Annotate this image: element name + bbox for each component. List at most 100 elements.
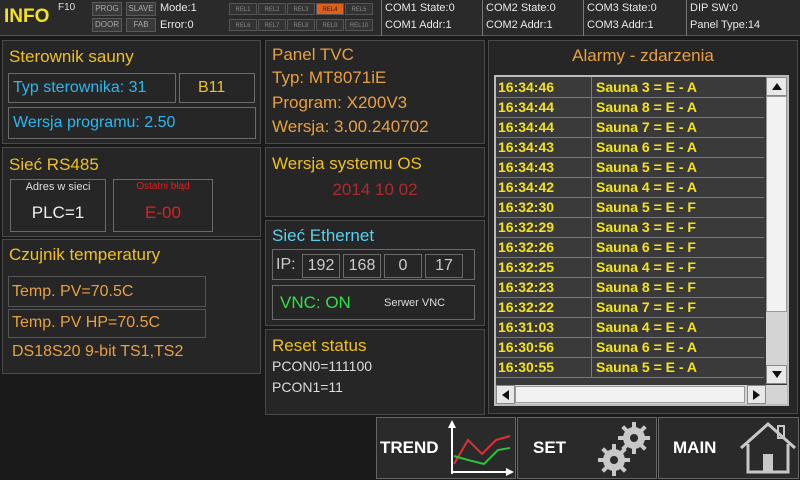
alarm-time: 16:34:42 bbox=[496, 177, 592, 197]
error-status: Error:0 bbox=[160, 19, 194, 31]
divider bbox=[381, 0, 382, 36]
sensor-title: Czujnik temperatury bbox=[9, 245, 161, 264]
divider bbox=[583, 0, 584, 36]
com1-addr: COM1 Addr:1 bbox=[385, 19, 452, 31]
panel-tvc-program: Program: X200V3 bbox=[272, 93, 408, 112]
alarm-list[interactable]: 16:34:46 Sauna 3 = E - A 16:34:44 Sauna 8 =… bbox=[496, 77, 766, 384]
relay-1: REL1 bbox=[229, 3, 257, 15]
alarm-message: Sauna 5 = E - A bbox=[596, 359, 698, 375]
alarm-row[interactable]: 16:32:22 Sauna 7 = E - F bbox=[496, 297, 764, 318]
relay-3: REL3 bbox=[287, 3, 315, 15]
alarm-time: 16:32:25 bbox=[496, 257, 592, 277]
rs485-address-label: Adres w sieci bbox=[25, 181, 91, 193]
scroll-up-button[interactable] bbox=[766, 77, 787, 96]
ip-octet-1: 192 bbox=[307, 257, 335, 274]
controller-title: Sterownik sauny bbox=[9, 47, 134, 66]
alarm-message: Sauna 5 = E - F bbox=[596, 199, 696, 215]
main-label: MAIN bbox=[673, 438, 717, 457]
horizontal-scroll-thumb[interactable] bbox=[515, 386, 745, 403]
com2-addr: COM2 Addr:1 bbox=[486, 19, 553, 31]
alarm-row[interactable]: 16:34:42 Sauna 4 = E - A bbox=[496, 177, 764, 198]
temp-pv-hp: Temp. PV HP=70.5C bbox=[12, 314, 161, 331]
panel-type: Panel Type:14 bbox=[690, 19, 761, 31]
alarm-row[interactable]: 16:32:30 Sauna 5 = E - F bbox=[496, 197, 764, 218]
scroll-thumb[interactable] bbox=[766, 96, 787, 312]
rs485-error-value: E-00 bbox=[145, 203, 181, 222]
reset-status-title: Reset status bbox=[272, 336, 367, 355]
alarms-title: Alarmy - zdarzenia bbox=[572, 46, 714, 65]
alarm-time: 16:34:43 bbox=[496, 137, 592, 157]
alarm-time: 16:30:56 bbox=[496, 337, 592, 357]
alarm-time: 16:32:30 bbox=[496, 197, 592, 217]
controller-code: B11 bbox=[198, 79, 226, 96]
dip-switch: DIP SW:0 bbox=[690, 2, 738, 14]
alarm-message: Sauna 8 = E - F bbox=[596, 279, 696, 295]
alarm-time: 16:30:55 bbox=[496, 357, 592, 377]
com1-state: COM1 State:0 bbox=[385, 2, 455, 14]
rs485-error-label: Ostatni błąd bbox=[136, 181, 190, 192]
alarm-row[interactable]: 16:30:55 Sauna 5 = E - A bbox=[496, 357, 764, 378]
alarm-time: 16:31:03 bbox=[496, 317, 592, 337]
slave-indicator: SLAVE bbox=[126, 2, 156, 16]
alarm-time: 16:34:46 bbox=[496, 77, 592, 97]
alarm-message: Sauna 7 = E - A bbox=[596, 119, 698, 135]
alarm-row[interactable]: 16:34:43 Sauna 5 = E - A bbox=[496, 157, 764, 178]
alarm-row[interactable]: 16:31:03 Sauna 4 = E - A bbox=[496, 317, 764, 338]
alarm-row[interactable]: 16:34:46 Sauna 3 = E - A bbox=[496, 77, 764, 98]
relay-4: REL4 bbox=[316, 3, 344, 15]
relay-2: REL2 bbox=[258, 3, 286, 15]
temp-pv: Temp. PV=70.5C bbox=[12, 283, 134, 300]
alarm-row[interactable]: 16:32:25 Sauna 4 = E - F bbox=[496, 257, 764, 278]
alarm-time: 16:34:43 bbox=[496, 157, 592, 177]
alarm-time: 16:34:44 bbox=[496, 97, 592, 117]
scroll-down-button[interactable] bbox=[766, 365, 787, 384]
relay-10: REL10 bbox=[345, 19, 373, 31]
alarm-message: Sauna 3 = E - F bbox=[596, 219, 696, 235]
panel-tvc-title: Panel TVC bbox=[272, 45, 354, 64]
prog-indicator: PROG bbox=[92, 2, 122, 16]
alarm-time: 16:32:22 bbox=[496, 297, 592, 317]
divider bbox=[482, 0, 483, 36]
home-icon bbox=[740, 421, 796, 474]
alarm-message: Sauna 8 = E - A bbox=[596, 99, 698, 115]
ethernet-title: Sieć Ethernet bbox=[272, 226, 375, 245]
rs485-address-value: PLC=1 bbox=[31, 203, 85, 222]
panel-tvc-type: Typ: MT8071iE bbox=[272, 68, 387, 87]
pcon0-value: PCON0=111100 bbox=[272, 358, 373, 374]
divider bbox=[686, 0, 687, 36]
relay-9: REL9 bbox=[316, 19, 344, 31]
scroll-left-button[interactable] bbox=[496, 385, 515, 404]
vnc-server-label: Serwer VNC bbox=[384, 297, 446, 309]
sensor-type: DS18S20 9-bit TS1,TS2 bbox=[12, 343, 184, 360]
controller-type: Typ sterownika: 31 bbox=[13, 79, 147, 96]
alarm-message: Sauna 6 = E - A bbox=[596, 139, 698, 155]
alarm-time: 16:32:26 bbox=[496, 237, 592, 257]
alarm-row[interactable]: 16:32:23 Sauna 8 = E - F bbox=[496, 277, 764, 298]
alarm-row[interactable]: 16:34:43 Sauna 6 = E - A bbox=[496, 137, 764, 158]
panel-tvc-version: Wersja: 3.00.240702 bbox=[272, 117, 429, 136]
alarm-message: Sauna 6 = E - F bbox=[596, 239, 696, 255]
alarm-row[interactable]: 16:34:44 Sauna 7 = E - A bbox=[496, 117, 764, 138]
info-title: INFO bbox=[4, 6, 50, 27]
scroll-right-button[interactable] bbox=[747, 385, 766, 404]
alarm-row[interactable]: 16:30:56 Sauna 6 = E - A bbox=[496, 337, 764, 358]
alarm-message: Sauna 7 = E - F bbox=[596, 299, 696, 315]
relay-8: REL8 bbox=[287, 19, 315, 31]
program-version: Wersja programu: 2.50 bbox=[13, 114, 176, 131]
com2-state: COM2 State:0 bbox=[486, 2, 556, 14]
fab-indicator: FAB bbox=[126, 18, 156, 32]
function-key-label: F10 bbox=[58, 2, 76, 13]
alarm-message: Sauna 4 = E - F bbox=[596, 259, 696, 275]
alarm-row[interactable]: 16:32:26 Sauna 6 = E - F bbox=[496, 237, 764, 258]
alarm-row[interactable]: 16:34:44 Sauna 8 = E - A bbox=[496, 97, 764, 118]
alarm-message: Sauna 3 = E - A bbox=[596, 79, 698, 95]
alarm-row[interactable]: 16:32:29 Sauna 3 = E - F bbox=[496, 217, 764, 238]
rs485-title: Sieć RS485 bbox=[9, 155, 99, 174]
arrow-left-icon bbox=[502, 389, 509, 400]
arrow-up-icon bbox=[771, 83, 782, 90]
relay-5: REL5 bbox=[345, 3, 373, 15]
mode-status: Mode:1 bbox=[160, 2, 197, 14]
alarm-message: Sauna 4 = E - A bbox=[596, 319, 698, 335]
ip-octet-3: 0 bbox=[398, 257, 408, 274]
trend-chart-icon bbox=[448, 420, 514, 476]
